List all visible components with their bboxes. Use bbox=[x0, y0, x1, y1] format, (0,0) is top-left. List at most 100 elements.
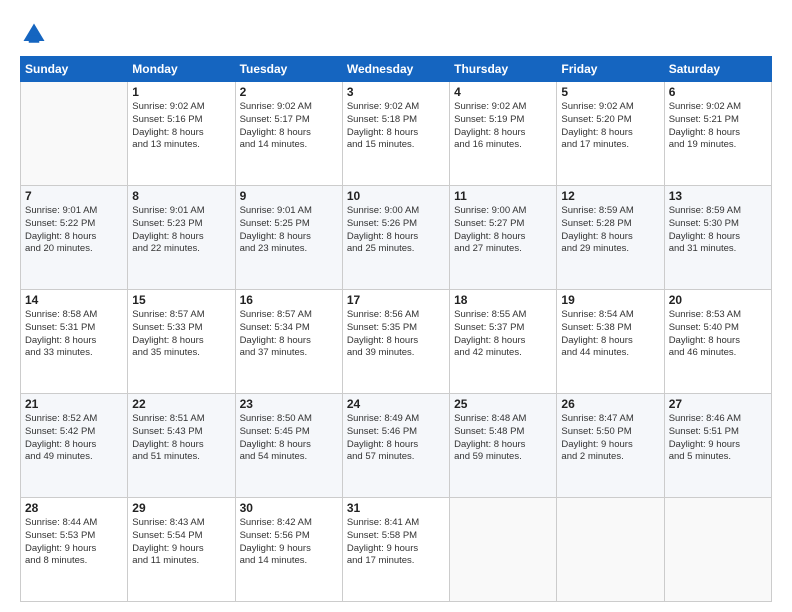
calendar-week-row: 21 Sunrise: 8:52 AM Sunset: 5:42 PM Dayli… bbox=[21, 394, 772, 498]
day-info: Sunrise: 9:01 AM Sunset: 5:23 PM Dayligh… bbox=[132, 205, 230, 256]
day-number: 27 bbox=[669, 397, 767, 411]
calendar-cell: 14 Sunrise: 8:58 AM Sunset: 5:31 PM Dayli… bbox=[21, 290, 128, 394]
calendar-cell: 8 Sunrise: 9:01 AM Sunset: 5:23 PM Daylig… bbox=[128, 186, 235, 290]
day-info: Sunrise: 9:00 AM Sunset: 5:26 PM Dayligh… bbox=[347, 205, 445, 256]
day-info: Sunrise: 8:43 AM Sunset: 5:54 PM Dayligh… bbox=[132, 517, 230, 568]
day-number: 28 bbox=[25, 501, 123, 515]
day-number: 13 bbox=[669, 189, 767, 203]
calendar-cell: 30 Sunrise: 8:42 AM Sunset: 5:56 PM Dayli… bbox=[235, 498, 342, 602]
calendar-cell: 9 Sunrise: 9:01 AM Sunset: 5:25 PM Daylig… bbox=[235, 186, 342, 290]
day-number: 1 bbox=[132, 85, 230, 99]
logo bbox=[20, 20, 52, 48]
day-number: 4 bbox=[454, 85, 552, 99]
day-number: 14 bbox=[25, 293, 123, 307]
calendar-cell: 22 Sunrise: 8:51 AM Sunset: 5:43 PM Dayli… bbox=[128, 394, 235, 498]
calendar-cell: 26 Sunrise: 8:47 AM Sunset: 5:50 PM Dayli… bbox=[557, 394, 664, 498]
calendar-cell: 31 Sunrise: 8:41 AM Sunset: 5:58 PM Dayli… bbox=[342, 498, 449, 602]
day-number: 16 bbox=[240, 293, 338, 307]
calendar-cell: 29 Sunrise: 8:43 AM Sunset: 5:54 PM Dayli… bbox=[128, 498, 235, 602]
day-info: Sunrise: 8:53 AM Sunset: 5:40 PM Dayligh… bbox=[669, 309, 767, 360]
day-number: 6 bbox=[669, 85, 767, 99]
day-info: Sunrise: 8:46 AM Sunset: 5:51 PM Dayligh… bbox=[669, 413, 767, 464]
calendar-table: SundayMondayTuesdayWednesdayThursdayFrid… bbox=[20, 56, 772, 602]
day-info: Sunrise: 8:57 AM Sunset: 5:34 PM Dayligh… bbox=[240, 309, 338, 360]
calendar-cell: 1 Sunrise: 9:02 AM Sunset: 5:16 PM Daylig… bbox=[128, 82, 235, 186]
day-number: 23 bbox=[240, 397, 338, 411]
day-info: Sunrise: 8:47 AM Sunset: 5:50 PM Dayligh… bbox=[561, 413, 659, 464]
day-number: 24 bbox=[347, 397, 445, 411]
day-info: Sunrise: 8:50 AM Sunset: 5:45 PM Dayligh… bbox=[240, 413, 338, 464]
day-info: Sunrise: 9:02 AM Sunset: 5:16 PM Dayligh… bbox=[132, 101, 230, 152]
calendar-cell: 5Sunrise: 9:02 AM Sunset: 5:20 PM Daylig… bbox=[557, 82, 664, 186]
calendar-cell bbox=[557, 498, 664, 602]
day-info: Sunrise: 8:48 AM Sunset: 5:48 PM Dayligh… bbox=[454, 413, 552, 464]
day-info: Sunrise: 8:54 AM Sunset: 5:38 PM Dayligh… bbox=[561, 309, 659, 360]
day-number: 22 bbox=[132, 397, 230, 411]
calendar-cell: 21 Sunrise: 8:52 AM Sunset: 5:42 PM Dayli… bbox=[21, 394, 128, 498]
day-number: 29 bbox=[132, 501, 230, 515]
weekday-header-monday: Monday bbox=[128, 57, 235, 82]
calendar-cell: 7Sunrise: 9:01 AM Sunset: 5:22 PM Daylig… bbox=[21, 186, 128, 290]
day-info: Sunrise: 9:02 AM Sunset: 5:17 PM Dayligh… bbox=[240, 101, 338, 152]
day-info: Sunrise: 9:01 AM Sunset: 5:25 PM Dayligh… bbox=[240, 205, 338, 256]
calendar-week-row: 14 Sunrise: 8:58 AM Sunset: 5:31 PM Dayli… bbox=[21, 290, 772, 394]
page-header bbox=[20, 20, 772, 48]
weekday-header-saturday: Saturday bbox=[664, 57, 771, 82]
day-number: 8 bbox=[132, 189, 230, 203]
calendar-cell: 12 Sunrise: 8:59 AM Sunset: 5:28 PM Dayli… bbox=[557, 186, 664, 290]
calendar-cell: 13 Sunrise: 8:59 AM Sunset: 5:30 PM Dayli… bbox=[664, 186, 771, 290]
day-number: 20 bbox=[669, 293, 767, 307]
day-info: Sunrise: 8:56 AM Sunset: 5:35 PM Dayligh… bbox=[347, 309, 445, 360]
weekday-header-sunday: Sunday bbox=[21, 57, 128, 82]
calendar-cell: 20 Sunrise: 8:53 AM Sunset: 5:40 PM Dayli… bbox=[664, 290, 771, 394]
weekday-header-tuesday: Tuesday bbox=[235, 57, 342, 82]
day-info: Sunrise: 8:57 AM Sunset: 5:33 PM Dayligh… bbox=[132, 309, 230, 360]
weekday-header-wednesday: Wednesday bbox=[342, 57, 449, 82]
day-info: Sunrise: 8:59 AM Sunset: 5:28 PM Dayligh… bbox=[561, 205, 659, 256]
calendar-cell: 16 Sunrise: 8:57 AM Sunset: 5:34 PM Dayli… bbox=[235, 290, 342, 394]
day-info: Sunrise: 8:58 AM Sunset: 5:31 PM Dayligh… bbox=[25, 309, 123, 360]
calendar-cell: 28 Sunrise: 8:44 AM Sunset: 5:53 PM Dayli… bbox=[21, 498, 128, 602]
day-info: Sunrise: 8:42 AM Sunset: 5:56 PM Dayligh… bbox=[240, 517, 338, 568]
calendar-cell: 11 Sunrise: 9:00 AM Sunset: 5:27 PM Dayli… bbox=[450, 186, 557, 290]
day-info: Sunrise: 9:02 AM Sunset: 5:19 PM Dayligh… bbox=[454, 101, 552, 152]
weekday-header-thursday: Thursday bbox=[450, 57, 557, 82]
day-number: 3 bbox=[347, 85, 445, 99]
day-info: Sunrise: 8:41 AM Sunset: 5:58 PM Dayligh… bbox=[347, 517, 445, 568]
calendar-cell: 27 Sunrise: 8:46 AM Sunset: 5:51 PM Dayli… bbox=[664, 394, 771, 498]
day-number: 2 bbox=[240, 85, 338, 99]
calendar-cell bbox=[450, 498, 557, 602]
calendar-cell: 24 Sunrise: 8:49 AM Sunset: 5:46 PM Dayli… bbox=[342, 394, 449, 498]
calendar-week-row: 28 Sunrise: 8:44 AM Sunset: 5:53 PM Dayli… bbox=[21, 498, 772, 602]
logo-icon bbox=[20, 20, 48, 48]
day-number: 21 bbox=[25, 397, 123, 411]
day-number: 10 bbox=[347, 189, 445, 203]
calendar-cell: 6Sunrise: 9:02 AM Sunset: 5:21 PM Daylig… bbox=[664, 82, 771, 186]
calendar-cell bbox=[21, 82, 128, 186]
day-number: 11 bbox=[454, 189, 552, 203]
day-info: Sunrise: 8:44 AM Sunset: 5:53 PM Dayligh… bbox=[25, 517, 123, 568]
day-number: 9 bbox=[240, 189, 338, 203]
day-number: 25 bbox=[454, 397, 552, 411]
calendar-cell: 15Sunrise: 8:57 AM Sunset: 5:33 PM Dayli… bbox=[128, 290, 235, 394]
day-info: Sunrise: 8:49 AM Sunset: 5:46 PM Dayligh… bbox=[347, 413, 445, 464]
day-info: Sunrise: 9:02 AM Sunset: 5:20 PM Dayligh… bbox=[561, 101, 659, 152]
calendar-cell: 19Sunrise: 8:54 AM Sunset: 5:38 PM Dayli… bbox=[557, 290, 664, 394]
day-number: 17 bbox=[347, 293, 445, 307]
calendar-cell: 10 Sunrise: 9:00 AM Sunset: 5:26 PM Dayli… bbox=[342, 186, 449, 290]
day-info: Sunrise: 9:00 AM Sunset: 5:27 PM Dayligh… bbox=[454, 205, 552, 256]
weekday-header-friday: Friday bbox=[557, 57, 664, 82]
day-number: 31 bbox=[347, 501, 445, 515]
day-info: Sunrise: 8:51 AM Sunset: 5:43 PM Dayligh… bbox=[132, 413, 230, 464]
calendar-cell bbox=[664, 498, 771, 602]
calendar-cell: 25 Sunrise: 8:48 AM Sunset: 5:48 PM Dayli… bbox=[450, 394, 557, 498]
day-number: 7 bbox=[25, 189, 123, 203]
calendar-cell: 17 Sunrise: 8:56 AM Sunset: 5:35 PM Dayli… bbox=[342, 290, 449, 394]
calendar-cell: 3Sunrise: 9:02 AM Sunset: 5:18 PM Daylig… bbox=[342, 82, 449, 186]
day-number: 12 bbox=[561, 189, 659, 203]
day-info: Sunrise: 8:52 AM Sunset: 5:42 PM Dayligh… bbox=[25, 413, 123, 464]
day-info: Sunrise: 8:59 AM Sunset: 5:30 PM Dayligh… bbox=[669, 205, 767, 256]
day-number: 26 bbox=[561, 397, 659, 411]
calendar-cell: 2 Sunrise: 9:02 AM Sunset: 5:17 PM Daylig… bbox=[235, 82, 342, 186]
day-number: 30 bbox=[240, 501, 338, 515]
